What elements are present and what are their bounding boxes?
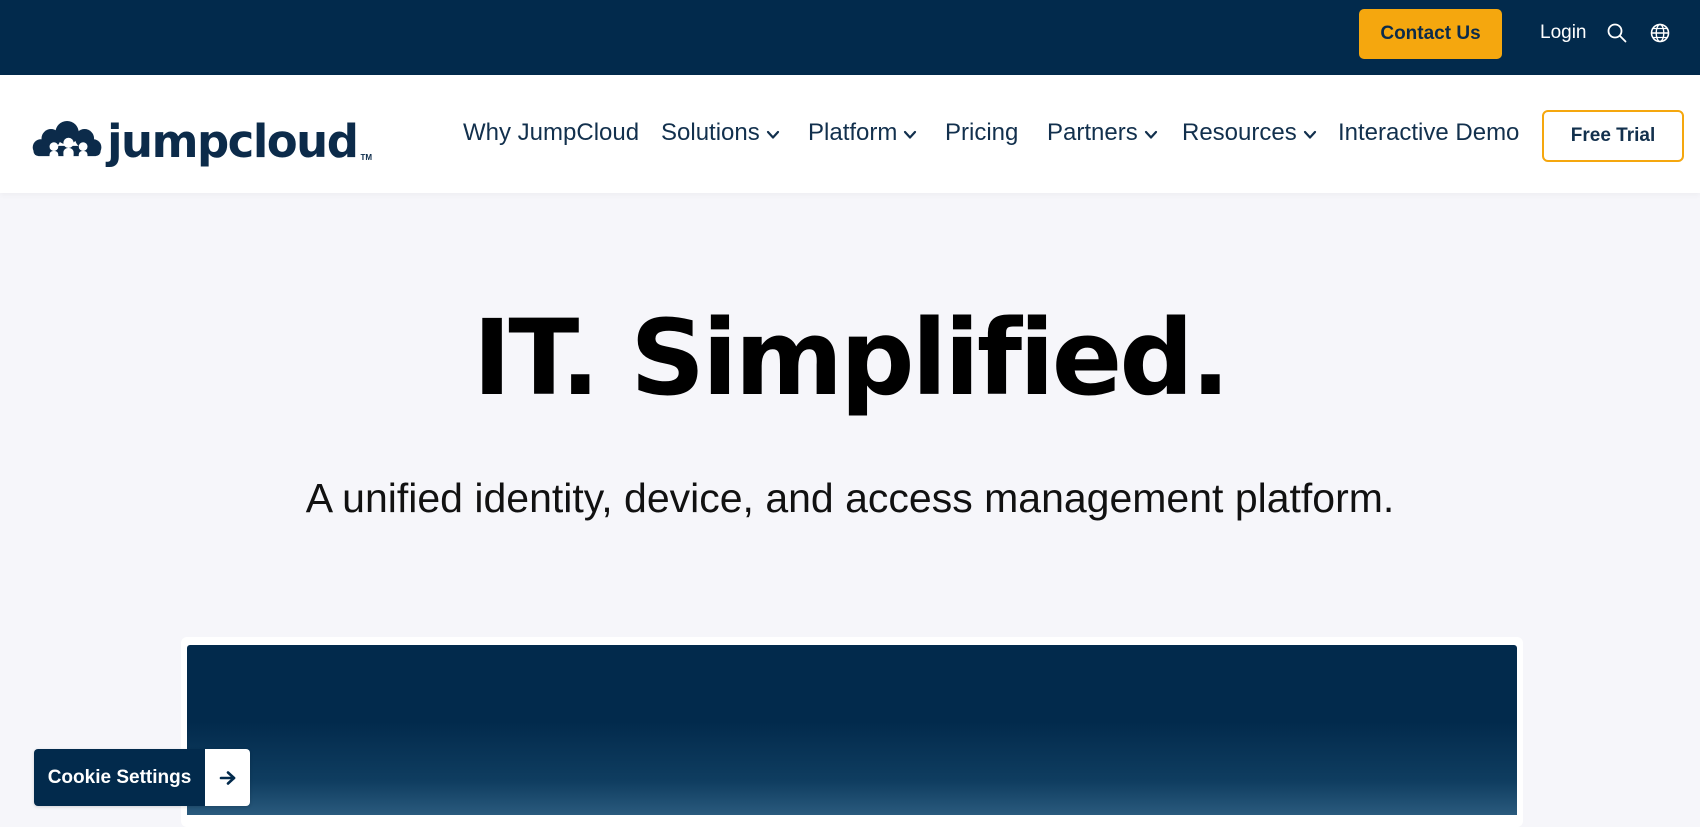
chevron-down-icon	[766, 130, 780, 140]
chevron-down-icon	[903, 130, 917, 140]
hero-title: IT. Simplified.	[472, 297, 1231, 419]
nav-item-label: Pricing	[945, 119, 1019, 146]
cookie-settings-button[interactable]: Cookie Settings	[34, 749, 205, 806]
nav-item-label: Solutions	[661, 119, 760, 146]
nav-item-label: Platform	[808, 119, 898, 146]
nav-item-partners[interactable]: Partners	[1047, 115, 1158, 151]
cookie-settings-arrow-button[interactable]	[205, 749, 250, 806]
hero-media-preview[interactable]	[187, 645, 1517, 815]
login-link[interactable]: Login	[1540, 20, 1587, 46]
nav-item-pricing[interactable]: Pricing	[945, 115, 1018, 151]
arrow-right-icon	[219, 770, 235, 785]
top-utility-bar: Contact Us Login	[0, 0, 1700, 75]
nav-item-why-jumpcloud[interactable]: Why JumpCloud	[463, 115, 639, 151]
nav-item-platform[interactable]: Platform	[808, 115, 917, 151]
nav-item-label: Resources	[1182, 119, 1297, 146]
jumpcloud-logo[interactable]: jumpcloud TM	[32, 104, 372, 170]
chevron-down-icon	[1144, 130, 1158, 140]
nav-item-solutions[interactable]: Solutions	[661, 115, 780, 151]
cloud-people-logo-icon	[32, 121, 102, 160]
logo-wordmark: jumpcloud	[107, 115, 359, 168]
nav-item-label: Why JumpCloud	[463, 119, 640, 146]
logo-trademark: TM	[360, 153, 372, 162]
search-icon[interactable]	[1606, 22, 1628, 44]
nav-item-interactive-demo[interactable]: Interactive Demo	[1338, 115, 1519, 151]
free-trial-button[interactable]: Free Trial	[1542, 110, 1684, 162]
cookie-settings-widget: Cookie Settings	[34, 749, 250, 806]
nav-item-resources[interactable]: Resources	[1182, 115, 1317, 151]
nav-item-label: Partners	[1047, 119, 1138, 146]
globe-icon[interactable]	[1649, 22, 1671, 44]
chevron-down-icon	[1303, 130, 1317, 140]
hero-subtitle: A unified identity, device, and access m…	[305, 475, 1395, 521]
contact-us-button[interactable]: Contact Us	[1359, 9, 1502, 59]
nav-item-label: Interactive Demo	[1338, 119, 1520, 146]
main-navigation: jumpcloud TM Why JumpCloud Solutions Pla…	[0, 75, 1700, 193]
